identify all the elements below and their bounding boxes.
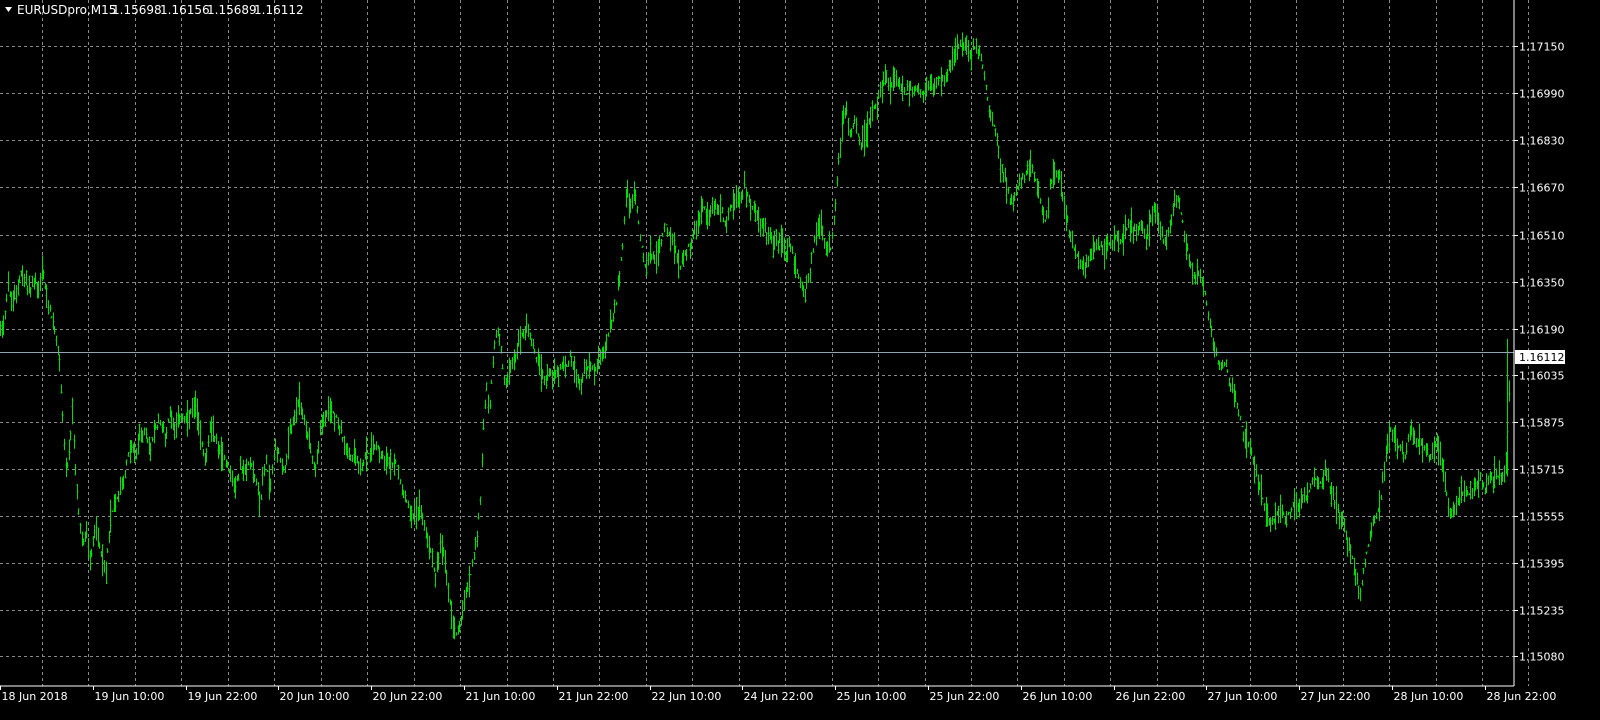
time-tick-label: 19 Jun 10:00: [95, 690, 165, 703]
time-tick-label: 18 Jun 2018: [2, 690, 68, 703]
time-tick-label: 21 Jun 10:00: [466, 690, 536, 703]
ohlc-low: 1.15689: [207, 3, 257, 17]
time-tick-label: 20 Jun 22:00: [373, 690, 443, 703]
price-tick-label: 1.16990: [1519, 88, 1565, 101]
time-tick-label: 26 Jun 22:00: [1116, 690, 1186, 703]
price-chart[interactable]: 1.17150 1.16990 1.16830 1.16670 1.16510 1.163…: [0, 0, 1600, 720]
chart-background: [0, 0, 1600, 720]
time-tick-label: 28 Jun 22:00: [1487, 690, 1557, 703]
ohlc-close: 1.16112: [254, 3, 304, 17]
price-tick-label: 1.16350: [1519, 277, 1565, 290]
time-tick-label: 20 Jun 10:00: [280, 690, 350, 703]
price-tick-label: 1.15555: [1519, 511, 1565, 524]
time-tick-label: 24 Jun 22:00: [744, 690, 814, 703]
price-bar: [665, 224, 668, 226]
ohlc-open: 1.15698: [112, 3, 162, 17]
price-tick-label: 1.16670: [1519, 182, 1565, 195]
time-tick-label: 27 Jun 22:00: [1301, 690, 1371, 703]
price-tick-label: 1.15875: [1519, 417, 1565, 430]
price-tick-label: 1.15080: [1519, 651, 1565, 664]
time-tick-label: 19 Jun 22:00: [188, 690, 258, 703]
time-tick-label: 25 Jun 22:00: [930, 690, 1000, 703]
time-tick-label: 25 Jun 10:00: [837, 690, 907, 703]
time-tick-label: 28 Jun 10:00: [1394, 690, 1464, 703]
chart-header: EURUSDpro,M15 1.15698 1.16156 1.15689 1.…: [5, 3, 304, 17]
current-price-label: 1.16112: [1519, 351, 1565, 364]
time-tick-label: 27 Jun 10:00: [1208, 690, 1278, 703]
price-tick-label: 1.16830: [1519, 135, 1565, 148]
time-tick-label: 26 Jun 10:00: [1023, 690, 1093, 703]
time-tick-label: 21 Jun 22:00: [559, 690, 629, 703]
price-tick-label: 1.16035: [1519, 370, 1565, 383]
price-tick-label: 1.15235: [1519, 605, 1565, 618]
price-tick-label: 1.15395: [1519, 558, 1565, 571]
price-tick-label: 1.17150: [1519, 41, 1565, 54]
time-tick-label: 22 Jun 10:00: [652, 690, 722, 703]
price-tick-label: 1.16510: [1519, 230, 1565, 243]
price-tick-label: 1.15715: [1519, 464, 1565, 477]
price-tick-label: 1.16190: [1519, 324, 1565, 337]
symbol-label: EURUSDpro,M15: [17, 3, 116, 17]
ohlc-high: 1.16156: [160, 3, 210, 17]
